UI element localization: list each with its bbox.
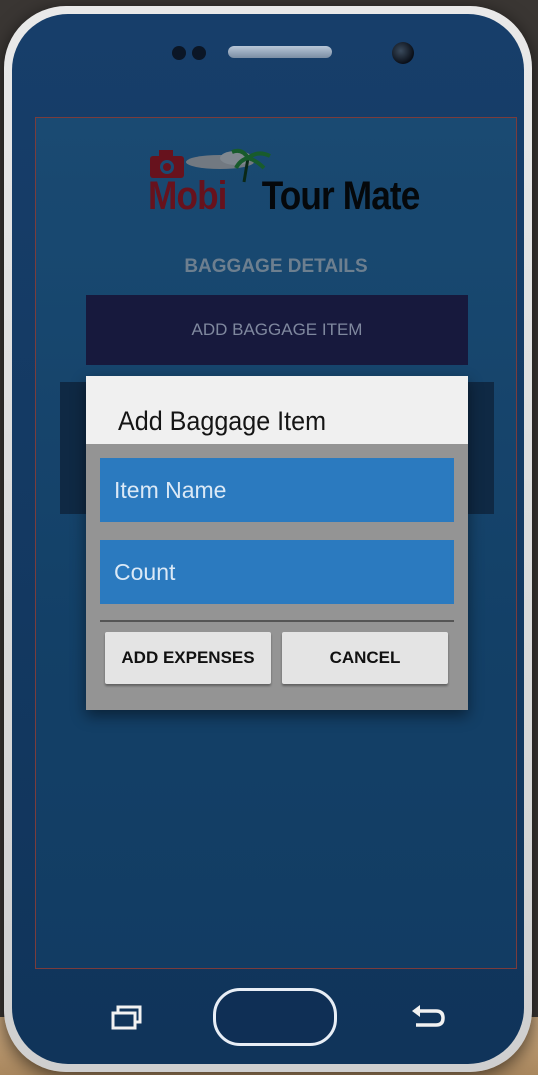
home-button[interactable] — [213, 988, 337, 1046]
recent-apps-icon[interactable] — [110, 1004, 146, 1032]
app-screen: Mobi Tour Mate BAGGAGE DETAILS ADD BAGGAG… — [35, 117, 517, 969]
light-sensor — [192, 46, 206, 60]
dialog-divider — [100, 620, 454, 622]
dialog-header: Add Baggage Item — [86, 376, 468, 444]
front-camera — [392, 42, 414, 64]
add-expenses-button[interactable]: ADD EXPENSES — [105, 632, 271, 684]
item-name-input[interactable] — [100, 458, 454, 522]
dialog-title: Add Baggage Item — [118, 406, 327, 436]
cancel-button[interactable]: CANCEL — [282, 632, 448, 684]
add-baggage-dialog: Add Baggage Item ADD EXPENSES CANCEL — [86, 376, 468, 710]
back-icon[interactable] — [408, 1003, 448, 1033]
proximity-sensor — [172, 46, 186, 60]
earpiece-speaker — [228, 46, 332, 58]
count-input[interactable] — [100, 540, 454, 604]
